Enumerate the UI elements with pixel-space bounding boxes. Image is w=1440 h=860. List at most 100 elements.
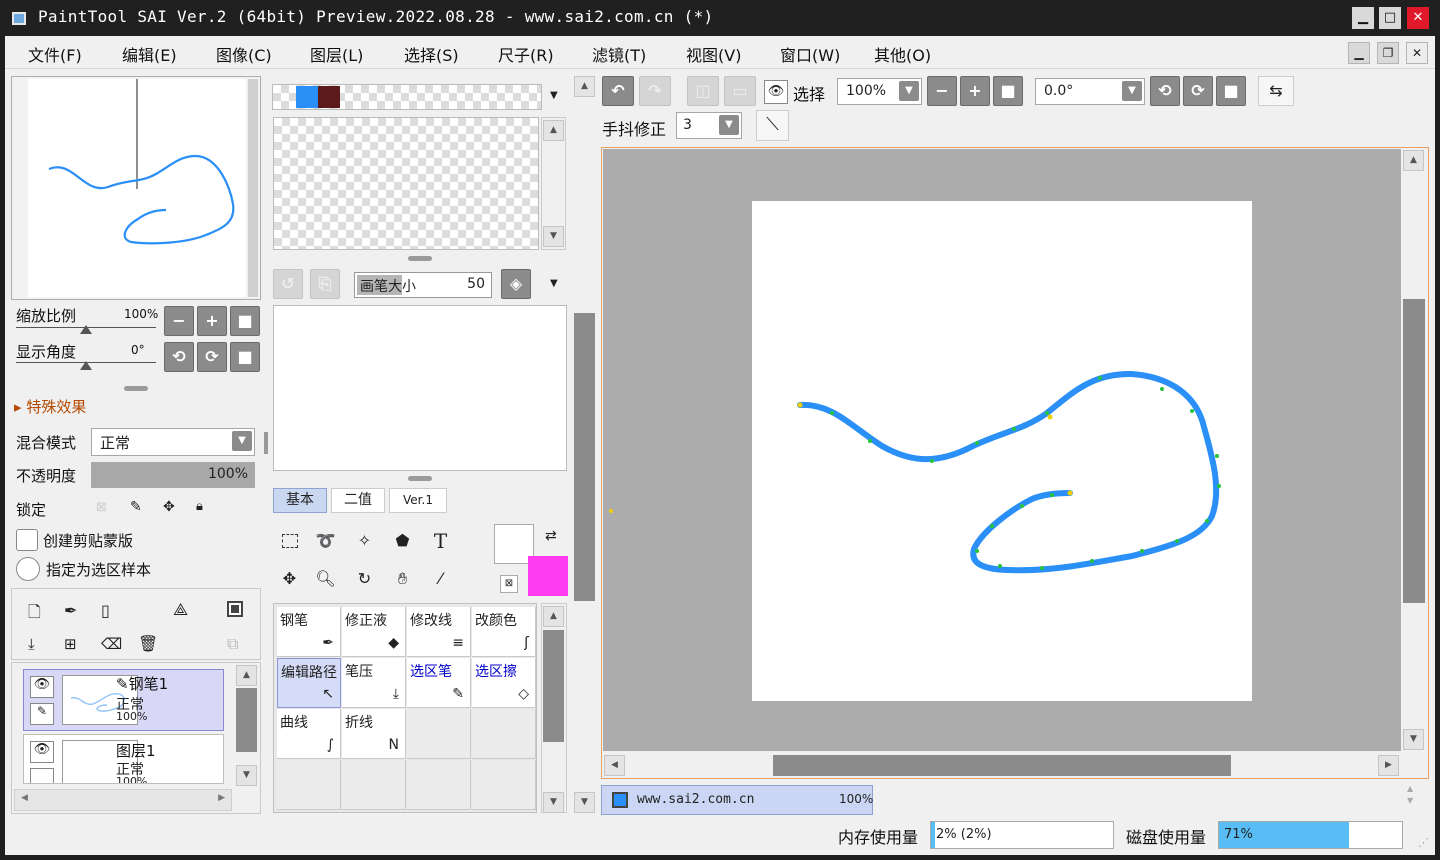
canvas-viewport[interactable] <box>603 149 1401 751</box>
layer-scroll-down-button[interactable]: ▼ <box>236 765 257 786</box>
rotate-left-button[interactable]: ⟲ <box>164 342 194 372</box>
menu-edit[interactable]: 编辑(E) <box>122 42 177 66</box>
tab-scroll-icon[interactable]: ▲ ▼ <box>1407 783 1413 807</box>
zoom-slider-handle[interactable] <box>80 325 92 334</box>
rotate-icon[interactable]: ↻ <box>348 562 381 595</box>
menu-select[interactable]: 选择(S) <box>404 42 459 66</box>
add-mask-icon[interactable] <box>227 601 243 617</box>
tool-pressure[interactable]: 笔压 ⤓ <box>342 658 406 708</box>
clip-mask-checkbox[interactable] <box>16 529 38 551</box>
canvas-zoom-in-button[interactable]: + <box>960 76 990 106</box>
panel-splitter[interactable] <box>408 256 432 261</box>
rect-select-icon[interactable] <box>273 524 306 557</box>
swatch-maroon[interactable] <box>318 86 340 108</box>
lock-move-icon[interactable]: ✥ <box>163 499 175 515</box>
zoom-reset-button[interactable]: ■ <box>230 306 260 336</box>
text-tool-icon[interactable]: T <box>424 524 457 557</box>
merge-all-icon[interactable]: ⊞ <box>64 635 77 653</box>
panel-splitter[interactable] <box>408 476 432 481</box>
menu-filter[interactable]: 滤镜(T) <box>592 42 646 66</box>
panel-scroll-up[interactable]: ▲ <box>574 76 595 97</box>
eye-icon[interactable]: 👁︎ <box>30 676 54 698</box>
new-layer-icon[interactable]: 🗋 <box>28 601 41 628</box>
canvas-hscrollbar[interactable]: ◀ ▶ <box>603 753 1401 777</box>
new-folder-icon[interactable]: ▯ <box>101 601 110 620</box>
clear-layer-icon[interactable]: ⌫ <box>101 635 122 653</box>
lasso-icon[interactable]: ➰ <box>309 524 342 557</box>
layer-effect-icon[interactable]: ⟁ <box>173 600 188 620</box>
invert-selection-button[interactable]: ▭ <box>724 76 756 106</box>
delete-layer-icon[interactable]: 🗑︎ <box>138 634 158 653</box>
redo-button[interactable]: ↷ <box>639 76 671 106</box>
tool-scroll-up[interactable]: ▲ <box>543 606 564 627</box>
mdi-minimize-button[interactable]: ▁ <box>1348 42 1370 64</box>
brush-preset-next-button[interactable]: ⎘ <box>310 269 340 299</box>
selection-sample-radio[interactable] <box>16 557 40 581</box>
canvas-zoom-out-button[interactable]: − <box>927 76 957 106</box>
move-icon[interactable]: ✥ <box>273 562 306 595</box>
show-selection-eye-icon[interactable]: 👁︎ <box>764 80 788 104</box>
canvas-vscrollbar[interactable]: ▲ ▼ <box>1401 149 1427 751</box>
effects-expander[interactable]: ▸ 特殊效果 <box>14 396 86 417</box>
close-button[interactable]: ✕ <box>1407 7 1429 29</box>
canvas-zoom-select[interactable]: 100% ▼ <box>837 78 922 105</box>
layer-row[interactable]: 👁︎ 图层1 正常 100% <box>23 734 224 784</box>
navigator-scrollbar[interactable] <box>248 79 258 297</box>
flip-horizontal-icon[interactable]: ⇆ <box>1258 76 1294 106</box>
canvas-vscroll-thumb[interactable] <box>1403 299 1425 603</box>
zoom-in-button[interactable]: + <box>197 306 227 336</box>
transparent-color-icon[interactable]: ⊠ <box>500 575 518 593</box>
opacity-slider[interactable]: 100% <box>91 462 255 488</box>
layer-row[interactable]: 👁︎ ✎ ✎钢笔1 正常 100% <box>23 669 224 731</box>
palette-scroll-up[interactable]: ▲ <box>543 120 564 141</box>
tab-binary[interactable]: 二值 <box>331 488 385 513</box>
maximize-button[interactable]: □ <box>1379 7 1401 29</box>
navigator-preview[interactable] <box>28 79 246 297</box>
rotate-reset-button[interactable]: ■ <box>230 342 260 372</box>
merge-down-icon[interactable]: ⤓ <box>28 635 35 653</box>
layer-hscrollbar[interactable]: ◀ ▶ <box>14 789 232 811</box>
canvas-rotate-reset-button[interactable]: ■ <box>1216 76 1246 106</box>
canvas-scroll-right[interactable]: ▶ <box>1378 755 1399 776</box>
canvas-zoom-reset-button[interactable]: ■ <box>993 76 1023 106</box>
layer-scroll-thumb[interactable] <box>236 688 257 752</box>
swap-colors-icon[interactable]: ⇄ <box>545 528 557 544</box>
magic-wand-icon[interactable]: ✧ <box>348 524 381 557</box>
mdi-close-button[interactable]: ✕ <box>1406 42 1428 64</box>
tab-basic[interactable]: 基本 <box>273 488 327 513</box>
hand-icon[interactable]: ✋︎ <box>386 562 419 595</box>
eyedropper-icon[interactable]: ⁄ <box>424 562 457 595</box>
mdi-restore-button[interactable]: ❐ <box>1377 42 1399 64</box>
scroll-left-icon[interactable]: ◀ <box>21 793 28 803</box>
tool-polyline[interactable]: 折线 N <box>342 709 406 759</box>
menu-image[interactable]: 图像(C) <box>216 42 272 66</box>
tool-curve[interactable]: 曲线 ∫ <box>277 709 341 759</box>
scroll-right-icon[interactable]: ▶ <box>218 793 225 803</box>
brush-settings-button[interactable]: ◈ <box>501 269 531 299</box>
canvas-scroll-left[interactable]: ◀ <box>604 755 625 776</box>
tool-edit-path[interactable]: 编辑路径 ↖ <box>277 658 341 708</box>
brush-menu-icon[interactable]: ▼ <box>550 278 558 289</box>
color-palette-area[interactable] <box>273 117 539 250</box>
zoom-out-button[interactable]: − <box>164 306 194 336</box>
menu-file[interactable]: 文件(F) <box>28 42 82 66</box>
palette-scrollbar[interactable]: ▲ ▼ <box>541 117 566 250</box>
brush-preset-prev-button[interactable]: ↺ <box>273 269 303 299</box>
menu-layer[interactable]: 图层(L) <box>310 42 363 66</box>
tool-select-eraser[interactable]: 选区擦 ◇ <box>472 658 536 708</box>
panel-splitter[interactable] <box>124 386 148 391</box>
tool-edit-line[interactable]: 修改线 ≡ <box>407 607 471 657</box>
eye-icon[interactable]: 👁︎ <box>30 741 54 763</box>
tool-scroll-down[interactable]: ▼ <box>543 792 564 813</box>
document-tab[interactable]: www.sai2.com.cn 100% <box>601 785 873 815</box>
canvas-rotate-left-button[interactable]: ⟲ <box>1150 76 1180 106</box>
tool-correction-fluid[interactable]: 修正液 ◆ <box>342 607 406 657</box>
angle-slider-handle[interactable] <box>80 361 92 370</box>
menu-window[interactable]: 窗口(W) <box>780 42 840 66</box>
menu-view[interactable]: 视图(V) <box>686 42 741 66</box>
lock-paint-icon[interactable]: ✎ <box>130 499 142 515</box>
new-pen-layer-icon[interactable]: ✒ <box>64 601 77 620</box>
tab-ver1[interactable]: Ver.1 <box>389 488 447 513</box>
menu-ruler[interactable]: 尺子(R) <box>498 42 554 66</box>
brush-size-field[interactable]: 画笔大小 50 <box>354 272 492 298</box>
